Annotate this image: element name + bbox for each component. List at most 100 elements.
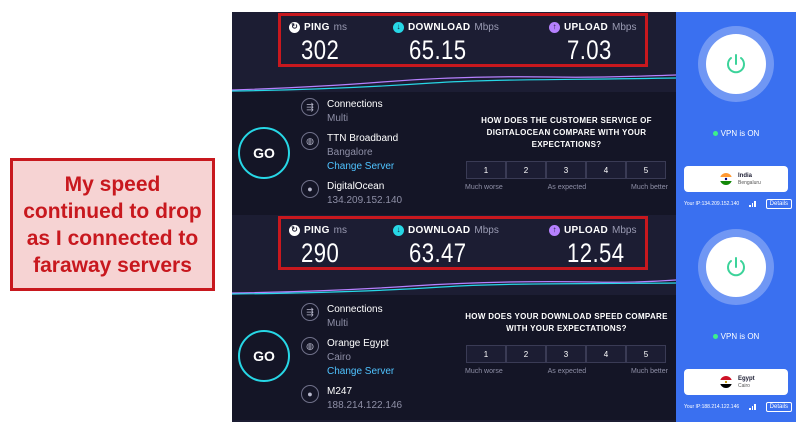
download-value: 63.47 [409,238,467,268]
host-row: ● DigitalOcean 134.209.152.140 [301,180,402,208]
rating-labels: Much worse As expected Much better [464,368,669,375]
server-info-area: GO ⇶ Connections Multi ◍ Orange Egypt Ca… [232,295,676,420]
callout-text: My speed continued to drop as I connecte… [17,171,207,279]
rating-label: Much worse [465,368,503,375]
metric-unit: Mbps [612,21,637,33]
vpn-status: VPN is ON [676,332,796,341]
speedtest-panel-bottom: ↻ PING ms 290 ↓ DOWNLOAD Mbps 63.47 ↑ UP… [232,215,676,422]
location-country: Egypt [738,375,755,382]
signal-icon [749,201,756,207]
rating-option[interactable]: 3 [546,345,586,363]
india-flag-icon [720,173,732,185]
upload-metric: ↑ UPLOAD Mbps 12.54 [549,223,637,268]
details-button[interactable]: Details [765,402,792,412]
globe-icon: ◍ [301,337,319,355]
rating-option[interactable]: 2 [506,161,546,179]
user-icon: ● [301,180,319,198]
vpn-panel-bottom: VPN is ON Egypt Cairo Your IP:188.214.12… [676,215,796,422]
callout-line: faraway servers [33,253,192,277]
metric-unit: ms [333,21,347,33]
annotation-callout: My speed continued to drop as I connecte… [10,158,215,291]
rating-option[interactable]: 5 [626,161,666,179]
connections-value: Multi [327,113,349,124]
survey: HOW DOES YOUR DOWNLOAD SPEED COMPARE WIT… [464,311,669,375]
rating-option[interactable]: 1 [466,345,506,363]
connections-row[interactable]: ⇶ Connections Multi [301,98,383,126]
rating-option[interactable]: 3 [546,161,586,179]
upload-value: 12.54 [567,238,625,268]
egypt-flag-icon [720,376,732,388]
metric-name: UPLOAD [564,224,609,236]
survey-question: HOW DOES THE CUSTOMER SERVICE OF DIGITAL… [481,116,652,149]
server-info-area: GO ⇶ Connections Multi ◍ TTN Broadband B… [232,92,676,217]
power-button[interactable] [706,34,766,94]
download-metric: ↓ DOWNLOAD Mbps 63.47 [393,223,499,268]
isp-name: TTN Broadband [327,133,399,144]
metric-name: DOWNLOAD [408,21,471,33]
vpn-status: VPN is ON [676,129,796,138]
rating-label: As expected [547,368,587,375]
metric-unit: Mbps [612,224,637,236]
upload-metric: ↑ UPLOAD Mbps 7.03 [549,20,636,65]
ping-metric: ↻ PING ms 290 [289,223,348,268]
rating-option[interactable]: 4 [586,161,626,179]
upload-arrow-icon: ↑ [549,224,560,236]
survey: HOW DOES THE CUSTOMER SERVICE OF DIGITAL… [464,115,669,191]
location-card[interactable]: India Bengaluru [684,166,788,192]
metric-unit: ms [333,224,347,236]
status-dot-icon [712,131,718,137]
callout-line: continued to drop [23,199,202,223]
change-server-link[interactable]: Change Server [327,160,398,174]
go-button[interactable]: GO [238,127,290,179]
location-card[interactable]: Egypt Cairo [684,369,788,395]
rating-scale: 1 2 3 4 5 [466,345,669,363]
signal-icon [749,404,756,410]
download-arrow-icon: ↓ [393,224,404,236]
ping-value: 290 [301,238,340,268]
download-arrow-icon: ↓ [393,21,404,33]
power-button[interactable] [706,237,766,297]
globe-icon: ◍ [301,132,319,150]
metric-name: DOWNLOAD [408,224,471,236]
ping-metric: ↻ PING ms 302 [289,20,348,65]
metrics-highlight-box: ↻ PING ms 290 ↓ DOWNLOAD Mbps 63.47 ↑ UP… [278,216,648,270]
host-ip: 134.209.152.140 [327,195,403,206]
location-city: Bengaluru [738,179,761,186]
rating-option[interactable]: 1 [466,161,506,179]
rating-option[interactable]: 5 [626,345,666,363]
metric-name: PING [304,224,330,236]
power-icon [727,257,745,277]
upload-arrow-icon: ↑ [549,21,560,33]
speed-graph [232,74,676,92]
download-value: 65.15 [409,35,467,65]
go-button[interactable]: GO [238,330,290,382]
isp-city: Bangalore [327,147,373,158]
ping-value: 302 [301,35,340,65]
rating-label: Much better [631,184,668,191]
host-name: DigitalOcean [327,181,385,192]
vpn-ip: Your IP:134.209.152.140 [684,201,740,207]
ping-icon: ↻ [289,21,300,33]
change-server-link[interactable]: Change Server [327,365,394,379]
rating-labels: Much worse As expected Much better [464,184,669,191]
connections-title: Connections [327,99,383,110]
connections-icon: ⇶ [301,303,319,321]
host-row: ● M247 188.214.122.146 [301,385,402,413]
callout-line: as I connected to [26,226,199,250]
metrics-highlight-box: ↻ PING ms 302 ↓ DOWNLOAD Mbps 65.15 ↑ UP… [278,13,648,67]
rating-label: Much worse [465,184,503,191]
rating-option[interactable]: 4 [586,345,626,363]
connections-row[interactable]: ⇶ Connections Multi [301,303,383,331]
isp-row: ◍ TTN Broadband Bangalore Change Server [301,132,398,174]
speed-graph [232,279,676,295]
status-dot-icon [712,334,718,340]
isp-city: Cairo [327,352,351,363]
metric-name: UPLOAD [564,21,609,33]
location-city: Cairo [738,382,750,389]
callout-line: My speed [64,172,161,196]
details-button[interactable]: Details [765,199,792,209]
vpn-status-text: VPN is ON [720,332,760,341]
connections-title: Connections [327,304,383,315]
rating-option[interactable]: 2 [506,345,546,363]
user-icon: ● [301,385,319,403]
